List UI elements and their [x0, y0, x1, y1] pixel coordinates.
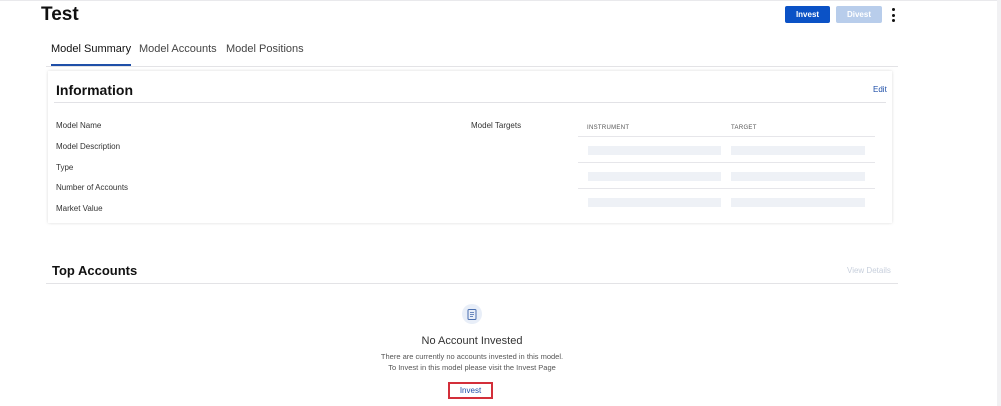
instrument-column-header: INSTRUMENT	[587, 125, 630, 131]
view-details-link[interactable]: View Details	[847, 266, 891, 275]
market-value-label: Market Value	[56, 204, 103, 213]
document-icon	[462, 304, 482, 324]
edit-link[interactable]: Edit	[873, 85, 887, 94]
loading-placeholder	[731, 198, 865, 207]
scrollbar-track[interactable]	[997, 0, 1001, 406]
divider	[54, 102, 886, 103]
empty-state-hint: To Invest in this model please visit the…	[388, 363, 556, 372]
information-card: Information Edit Model Name Model Descri…	[48, 71, 892, 223]
loading-placeholder	[588, 198, 721, 207]
loading-placeholder	[731, 146, 865, 155]
target-column-header: TARGET	[731, 125, 757, 131]
model-targets-label: Model Targets	[471, 121, 522, 130]
number-of-accounts-label: Number of Accounts	[56, 183, 129, 192]
loading-placeholder	[588, 172, 721, 181]
loading-placeholder	[588, 146, 721, 155]
model-name-label: Model Name	[56, 121, 102, 130]
invest-link-button[interactable]: Invest	[448, 382, 493, 399]
invest-link-label: Invest	[459, 386, 482, 395]
tab-model-positions[interactable]: Model Positions	[226, 42, 304, 66]
divest-button[interactable]: Divest	[836, 6, 882, 23]
model-description-label: Model Description	[56, 142, 121, 151]
divider	[46, 283, 898, 284]
loading-placeholder	[731, 172, 865, 181]
tab-model-accounts[interactable]: Model Accounts	[139, 42, 217, 66]
page-title: Test	[41, 4, 79, 25]
top-accounts-title: Top Accounts	[52, 263, 138, 278]
table-row-divider	[578, 136, 875, 137]
tab-model-summary[interactable]: Model Summary	[51, 42, 132, 66]
top-border	[0, 0, 1001, 1]
invest-button[interactable]: Invest	[785, 6, 830, 23]
information-title: Information	[56, 82, 133, 98]
empty-state-message: There are currently no accounts invested…	[380, 352, 564, 361]
more-options-icon[interactable]	[887, 8, 899, 22]
empty-state-title: No Account Invested	[421, 335, 523, 347]
type-label: Type	[56, 163, 74, 172]
table-row-divider	[578, 188, 875, 189]
table-row-divider	[578, 162, 875, 163]
tab-bar: Model Summary Model Accounts Model Posit…	[46, 42, 898, 67]
